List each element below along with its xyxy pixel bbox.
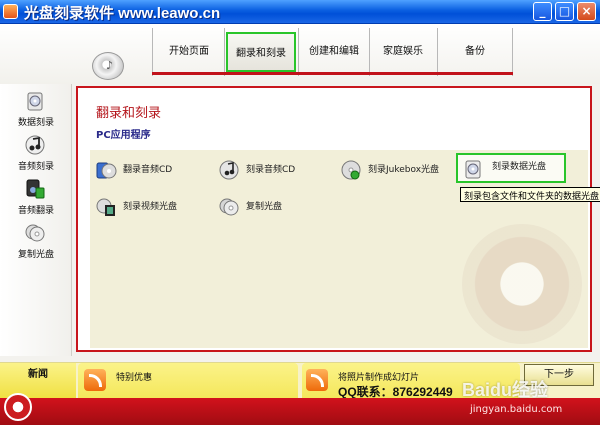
music-note-icon	[25, 135, 45, 155]
data-disc-icon	[465, 160, 481, 179]
copy-disc-icon	[219, 198, 239, 216]
sidebar-item-label: 复制光盘	[17, 250, 54, 260]
rip-cd-icon	[96, 162, 117, 179]
burn-video-disc-button[interactable]: 刻录视频光盘	[95, 194, 205, 220]
news-item-text: 将照片制作成幻灯片	[338, 373, 420, 383]
watermark-url: jingyan.baidu.com	[470, 404, 563, 415]
jukebox-disc-icon	[341, 160, 361, 180]
tab-rip-and-burn[interactable]: 翻录和刻录	[226, 32, 296, 72]
tab-start-page[interactable]: 开始页面	[156, 32, 222, 72]
news-item-text: 特别优惠	[116, 373, 153, 383]
rss-icon	[306, 369, 328, 391]
burn-audio-cd-button[interactable]: 刻录音频CD	[218, 157, 328, 183]
baidu-watermark: Baidu经验	[462, 380, 549, 400]
tab-separator	[152, 28, 153, 76]
tooltip: 刻录包含文件和文件夹的数据光盘	[460, 187, 600, 202]
sidebar-item-copy-disc[interactable]: 复制光盘	[0, 220, 72, 264]
copy-disc-button[interactable]: 复制光盘	[218, 194, 328, 220]
burn-jukebox-disc-button[interactable]: 刻录Jukebox光盘	[340, 157, 450, 183]
item-label: 刻录Jukebox光盘	[368, 165, 440, 175]
sidebar: 数据刻录 音频刻录 音频翻录 复制光盘	[0, 84, 72, 356]
logo-area: ♪	[0, 24, 152, 84]
maximize-button[interactable]: □	[555, 2, 574, 21]
window-title: 光盘刻录软件 www.leawo.cn	[24, 5, 221, 22]
tab-separator	[298, 28, 299, 76]
sidebar-item-data-burn[interactable]: 数据刻录	[0, 88, 72, 132]
rss-icon	[84, 369, 106, 391]
rip-audio-cd-button[interactable]: 翻录音频CD	[95, 157, 205, 183]
tab-separator	[224, 28, 225, 76]
item-label: 翻录音频CD	[123, 165, 173, 175]
item-label: 刻录音频CD	[246, 165, 296, 175]
section-title: 翻录和刻录	[96, 106, 162, 121]
sidebar-item-label: 数据刻录	[17, 118, 54, 128]
audio-rip-icon	[26, 179, 45, 199]
tab-separator	[512, 28, 513, 76]
item-label: 刻录数据光盘	[492, 162, 547, 172]
app-icon	[3, 4, 18, 19]
film-icon	[96, 198, 115, 216]
minimize-button[interactable]: _	[533, 2, 552, 21]
disc-logo-icon: ♪	[92, 52, 124, 80]
sidebar-item-audio-rip[interactable]: 音频翻录	[0, 176, 72, 220]
sidebar-item-label: 音频翻录	[17, 206, 54, 216]
item-label: 刻录视频光盘	[123, 202, 178, 212]
active-tab-underline	[152, 72, 513, 75]
section-subtitle: PC应用程序	[96, 130, 151, 141]
title-bar[interactable]: 光盘刻录软件 www.leawo.cn _ □ ×	[0, 0, 600, 24]
burn-data-disc-button[interactable]: 刻录数据光盘	[456, 153, 566, 183]
flame-logo-watermark	[462, 224, 582, 344]
tab-backup[interactable]: 备份	[438, 32, 512, 72]
app-logo-icon[interactable]	[4, 393, 32, 421]
sidebar-item-label: 音频刻录	[17, 162, 54, 172]
copy-disc-icon	[25, 224, 45, 242]
tab-home-entertainment[interactable]: 家庭娱乐	[370, 32, 436, 72]
app-window: 光盘刻录软件 www.leawo.cn _ □ × ♪ 开始页面 翻录和刻录 创…	[0, 0, 600, 425]
item-label: 复制光盘	[246, 202, 283, 212]
data-disc-icon	[27, 92, 43, 111]
burn-audio-cd-icon	[219, 160, 239, 180]
sidebar-item-audio-burn[interactable]: 音频刻录	[0, 132, 72, 176]
tab-create-and-edit[interactable]: 创建和编辑	[300, 32, 368, 72]
close-button[interactable]: ×	[577, 2, 596, 21]
news-item-special-offer[interactable]: 特别优惠	[78, 363, 298, 399]
